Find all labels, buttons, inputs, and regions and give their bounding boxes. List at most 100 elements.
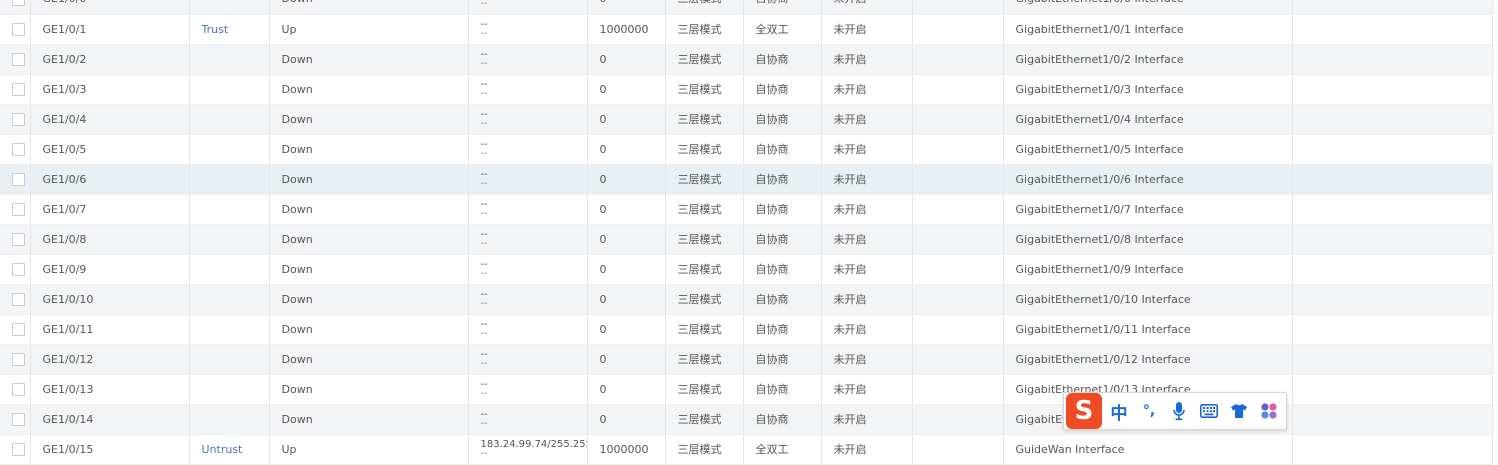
table-row[interactable]: GE1/0/9 Down -- -- 0 三层模式 自协商 未开启 GigabitEtherne… — [0, 254, 1493, 285]
security-zone — [189, 0, 270, 15]
empty-cell — [912, 104, 1004, 135]
row-checkbox[interactable] — [12, 52, 25, 66]
table-row[interactable]: GE1/0/8 Down -- -- 0 三层模式 自协商 未开启 GigabitEtherne… — [0, 224, 1493, 255]
row-checkbox[interactable] — [12, 0, 25, 6]
row-checkbox[interactable] — [12, 142, 25, 156]
empty-cell — [912, 224, 1004, 255]
bandwidth-value: 0 — [587, 134, 666, 165]
interface-name[interactable]: GE1/0/15 — [30, 434, 190, 465]
table-row[interactable]: GE1/0/5 Down -- -- 0 三层模式 自协商 未开启 GigabitEtherne… — [0, 134, 1493, 165]
row-checkbox-cell — [0, 404, 31, 435]
table-row[interactable]: GE1/0/0 Down----0三层模式自协商未开启 GigabitEtherne… — [0, 0, 1493, 15]
ipv6-address: -- — [480, 328, 488, 339]
interface-name[interactable]: GE1/0/9 — [30, 254, 190, 285]
ipv6-address: -- — [480, 418, 488, 429]
interface-name[interactable]: GE1/0/6 — [30, 164, 190, 195]
connection-status: Down — [269, 0, 469, 15]
table-row[interactable]: GE1/0/2 Down -- -- 0 三层模式 自协商 未开启 GigabitEtherne… — [0, 44, 1493, 75]
security-zone — [189, 74, 270, 105]
ip-address: -- — [480, 259, 488, 270]
language-toggle[interactable]: 中 — [1106, 398, 1132, 424]
working-mode: 三层模式 — [665, 344, 744, 375]
duplex-mode: 全双工 — [743, 14, 822, 45]
microphone-icon[interactable] — [1166, 398, 1192, 424]
interface-name[interactable]: GE1/0/8 — [30, 224, 190, 255]
ip-address-cell: ---- — [468, 224, 588, 255]
row-checkbox[interactable] — [12, 352, 25, 366]
interface-name[interactable]: GE1/0/5 — [30, 134, 190, 165]
interface-description: GigabitEthernet1/0/8 Interface — [1003, 224, 1293, 255]
interface-description: GigabitEthernet1/0/5 Interface — [1003, 134, 1293, 165]
interface-name[interactable]: GE1/0/14 — [30, 404, 190, 435]
bandwidth-value: 0 — [587, 224, 666, 255]
connection-status: Down — [269, 164, 469, 195]
row-checkbox[interactable] — [12, 172, 25, 186]
row-checkbox-cell — [0, 224, 31, 255]
interface-name[interactable]: GE1/0/4 — [30, 104, 190, 135]
ip-address-cell: ---- — [468, 0, 588, 15]
keyboard-icon[interactable] — [1196, 398, 1222, 424]
table-row[interactable]: GE1/0/4 Down -- -- 0 三层模式 自协商 未开启 GigabitEtherne… — [0, 104, 1493, 135]
row-checkbox[interactable] — [12, 232, 25, 246]
interface-description: GuideWan Interface — [1003, 434, 1293, 465]
row-checkbox[interactable] — [12, 442, 25, 456]
zone-link[interactable]: Untrust — [202, 443, 243, 456]
table-row[interactable]: GE1/0/10 Down -- -- 0 三层模式 自协商 未开启 GigabitEthern… — [0, 284, 1493, 315]
interface-name[interactable]: GE1/0/0 — [30, 0, 190, 15]
interface-name[interactable]: GE1/0/12 — [30, 344, 190, 375]
row-checkbox[interactable] — [12, 382, 25, 396]
row-checkbox[interactable] — [12, 112, 25, 126]
row-checkbox[interactable] — [12, 202, 25, 216]
interface-name[interactable]: GE1/0/1 — [30, 14, 190, 45]
duplex-mode: 自协商 — [743, 44, 822, 75]
toolbox-grid-icon[interactable] — [1256, 398, 1282, 424]
interface-name[interactable]: GE1/0/10 — [30, 284, 190, 315]
row-checkbox[interactable] — [12, 292, 25, 306]
interface-name[interactable]: GE1/0/2 — [30, 44, 190, 75]
empty-cell — [1292, 14, 1493, 45]
ime-toolbar: S 中 °, — [1063, 392, 1287, 430]
punctuation-toggle[interactable]: °, — [1136, 398, 1162, 424]
connection-status: Down — [269, 374, 469, 405]
security-zone — [189, 164, 270, 195]
empty-cell — [1292, 254, 1493, 285]
row-checkbox[interactable] — [12, 322, 25, 336]
interface-description: GigabitEthernet1/0/1 Interface — [1003, 14, 1293, 45]
security-zone — [189, 374, 270, 405]
empty-cell — [1292, 164, 1493, 195]
row-checkbox[interactable] — [12, 262, 25, 276]
security-zone — [189, 404, 270, 435]
feature-status: 未开启 — [821, 434, 913, 465]
empty-cell — [1292, 104, 1493, 135]
duplex-mode: 自协商 — [743, 374, 822, 405]
zone-link[interactable]: Trust — [202, 23, 229, 36]
row-checkbox-cell — [0, 254, 31, 285]
feature-status: 未开启 — [821, 404, 913, 435]
interface-name[interactable]: GE1/0/13 — [30, 374, 190, 405]
table-row[interactable]: GE1/0/15UntrustUp183.24.99.74/255.255.25… — [0, 434, 1493, 465]
row-checkbox[interactable] — [12, 82, 25, 96]
table-row[interactable]: GE1/0/7 Down -- -- 0 三层模式 自协商 未开启 GigabitEtherne… — [0, 194, 1493, 225]
table-row[interactable]: GE1/0/3 Down -- -- 0 三层模式 自协商 未开启 GigabitEtherne… — [0, 74, 1493, 105]
ip-address: -- — [480, 199, 488, 210]
empty-cell — [912, 194, 1004, 225]
bandwidth-value: 0 — [587, 344, 666, 375]
empty-cell — [912, 254, 1004, 285]
working-mode: 三层模式 — [665, 104, 744, 135]
empty-cell — [1292, 0, 1493, 15]
interface-description: GigabitEthernet1/0/0 Interface — [1003, 0, 1293, 15]
interface-name[interactable]: GE1/0/11 — [30, 314, 190, 345]
sogou-logo-icon[interactable]: S — [1066, 393, 1102, 429]
interface-name[interactable]: GE1/0/3 — [30, 74, 190, 105]
ipv6-address: -- — [480, 208, 488, 219]
skin-shirt-icon[interactable] — [1226, 398, 1252, 424]
table-row[interactable]: GE1/0/12 Down -- -- 0 三层模式 自协商 未开启 GigabitEthern… — [0, 344, 1493, 375]
table-row[interactable]: GE1/0/1 Trust Up -- -- 1000000 三层模式 全双工 未开启 Gigab… — [0, 14, 1493, 45]
table-row[interactable]: GE1/0/6 Down -- -- 0 三层模式 自协商 未开启 GigabitEtherne… — [0, 164, 1493, 195]
empty-cell — [912, 434, 1004, 465]
interface-name[interactable]: GE1/0/7 — [30, 194, 190, 225]
bandwidth-value: 0 — [587, 0, 666, 15]
table-row[interactable]: GE1/0/11 Down -- -- 0 三层模式 自协商 未开启 GigabitEthern… — [0, 314, 1493, 345]
row-checkbox[interactable] — [12, 22, 25, 36]
row-checkbox[interactable] — [12, 412, 25, 426]
